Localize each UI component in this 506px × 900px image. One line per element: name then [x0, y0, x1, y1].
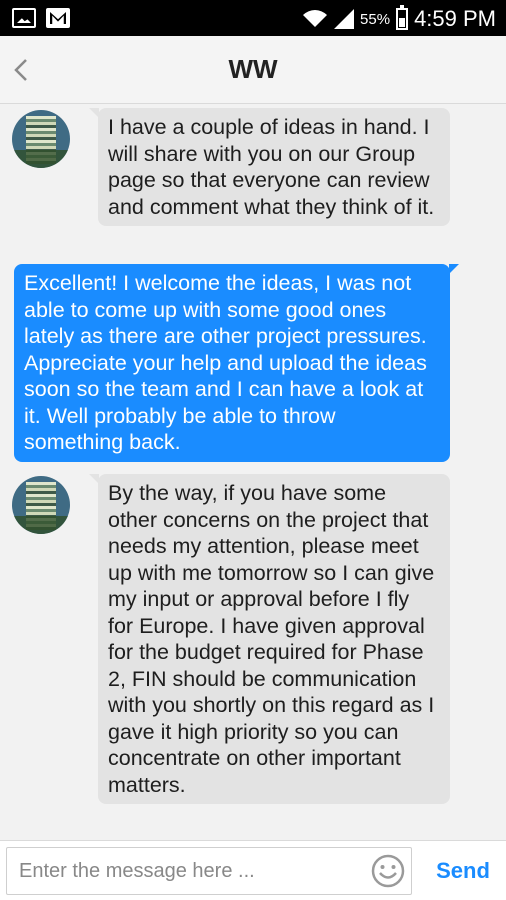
outgoing-message[interactable]: Excellent! I welcome the ideas, I was no…	[14, 264, 459, 462]
battery-icon	[396, 5, 409, 30]
chat-title: WW	[228, 54, 278, 84]
status-bar: 55% 4:59 PM	[0, 0, 506, 36]
clock: 4:59 PM	[414, 6, 496, 31]
wifi-icon	[303, 10, 328, 27]
send-button[interactable]: Send	[424, 851, 502, 891]
app-header: WW	[0, 36, 506, 104]
contact-avatar[interactable]	[12, 476, 70, 534]
incoming-message[interactable]: I have a couple of ideas in hand. I will…	[89, 108, 450, 226]
emoji-button[interactable]	[370, 853, 406, 889]
smiley-icon	[371, 854, 405, 888]
incoming-message[interactable]: By the way, if you have some other conce…	[89, 474, 450, 804]
message-list[interactable]: I have a couple of ideas in hand. I will…	[0, 104, 506, 840]
gmail-icon	[46, 8, 70, 28]
battery-percent: 55%	[360, 10, 391, 28]
gallery-icon	[12, 8, 36, 28]
message-input[interactable]	[6, 847, 412, 895]
composer: Send	[0, 840, 506, 900]
signal-icon	[334, 9, 355, 29]
contact-avatar[interactable]	[12, 110, 70, 168]
